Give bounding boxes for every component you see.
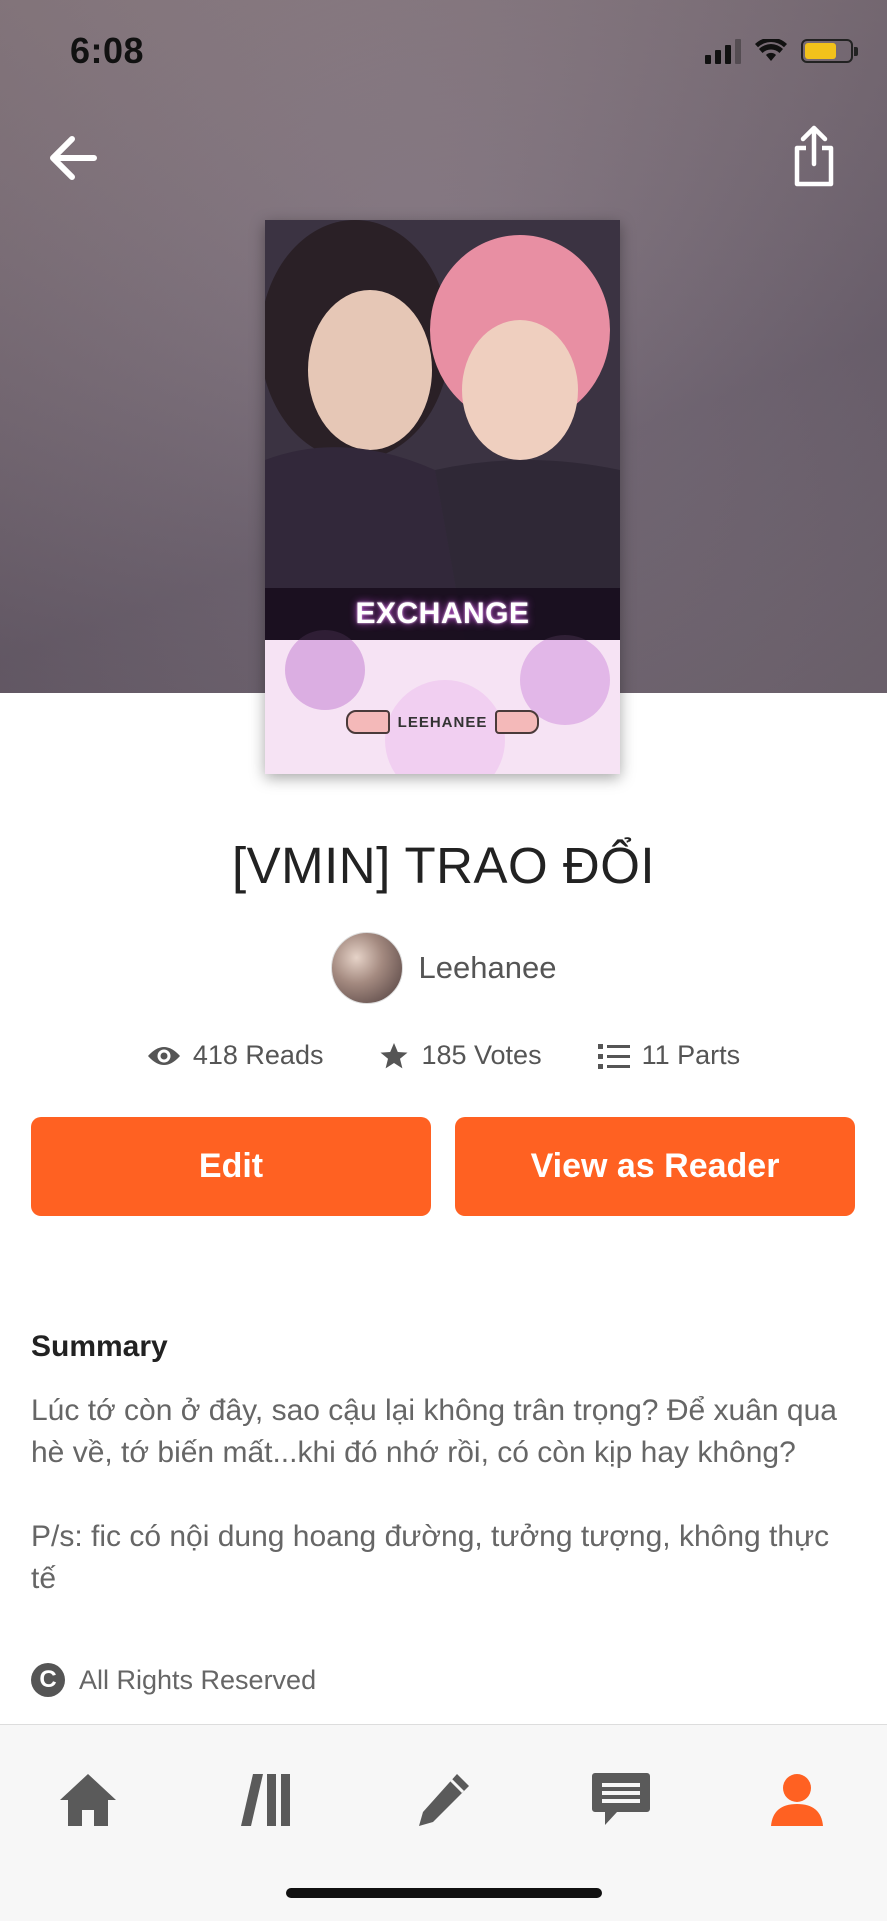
cover-author-row: LEEHANEE: [265, 710, 620, 734]
reads-count: 418 Reads: [192, 1040, 324, 1070]
pointing-hand-icon: [345, 710, 390, 734]
library-icon: [241, 1774, 290, 1826]
story-title: [VMIN] TRAO ĐỔI: [231, 837, 656, 894]
votes-count: 185 Votes: [421, 1040, 542, 1070]
nav-write[interactable]: [408, 1765, 478, 1835]
author-name[interactable]: Leehanee: [419, 950, 557, 986]
copyright-icon: C: [31, 1663, 65, 1697]
edit-button[interactable]: Edit: [31, 1117, 431, 1216]
cover-title: EXCHANGE: [355, 597, 530, 630]
pointing-hand-icon: [495, 710, 540, 734]
messages-icon: [592, 1773, 650, 1825]
battery-icon: [801, 39, 858, 63]
author-row[interactable]: Leehanee: [0, 932, 887, 1004]
nav-messages[interactable]: [586, 1765, 656, 1835]
wifi-icon: [755, 39, 787, 61]
status-time: 6:08: [70, 30, 145, 71]
signal-icon: [705, 38, 741, 64]
license-row: C All Rights Reserved: [31, 1663, 316, 1697]
view-as-reader-button[interactable]: View as Reader: [455, 1117, 855, 1216]
reads-stat: 418 Reads: [147, 1040, 324, 1071]
share-button[interactable]: [789, 124, 839, 190]
cover-author: LEEHANEE: [397, 713, 488, 731]
eye-icon: [147, 1046, 180, 1065]
arrow-left-icon: [50, 136, 97, 180]
back-button[interactable]: [44, 128, 104, 188]
story-cover[interactable]: EXCHANGE LEEHANEE: [265, 220, 620, 774]
list-icon: [597, 1043, 630, 1069]
parts-stat: 11 Parts: [597, 1040, 741, 1071]
summary-text: Lúc tớ còn ở đây, sao cậu lại không trân…: [31, 1390, 861, 1642]
summary-paragraph: P/s: fic có nội dung hoang đường, tưởng …: [31, 1520, 830, 1595]
cover-artwork: [265, 220, 620, 774]
profile-icon: [771, 1774, 823, 1826]
nav-home[interactable]: [53, 1765, 123, 1835]
votes-stat: 185 Votes: [379, 1040, 542, 1071]
home-indicator: [286, 1888, 602, 1898]
summary-heading: Summary: [31, 1330, 168, 1363]
star-icon: [380, 1042, 408, 1068]
avatar[interactable]: [330, 932, 403, 1004]
license-label: All Rights Reserved: [79, 1664, 317, 1695]
write-pencil-icon: [419, 1774, 469, 1826]
story-stats: 418 Reads 185 Votes 11 Parts: [0, 1040, 887, 1071]
cover-title-banner: EXCHANGE: [265, 588, 620, 640]
summary-paragraph: Lúc tớ còn ở đây, sao cậu lại không trân…: [31, 1394, 837, 1469]
status-icons: [705, 38, 858, 64]
home-icon: [60, 1774, 116, 1826]
parts-count: 11 Parts: [641, 1040, 741, 1070]
nav-profile[interactable]: [762, 1765, 832, 1835]
share-icon: [794, 125, 834, 187]
nav-library[interactable]: [232, 1765, 302, 1835]
